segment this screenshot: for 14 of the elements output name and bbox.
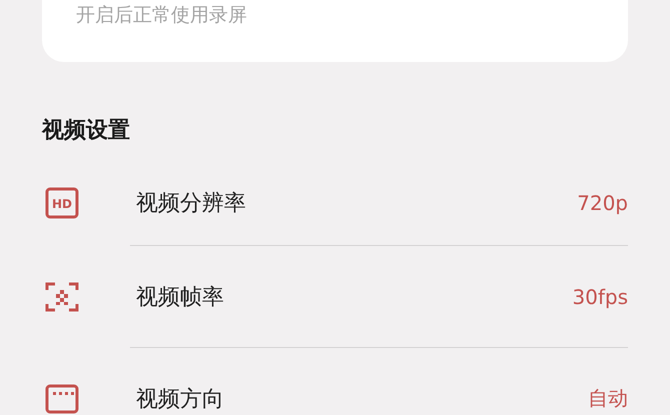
setting-label: 视频分辨率 [136,190,246,218]
setting-value: 720p [577,190,628,214]
frame-rate-icon [45,280,79,314]
screen-icon [45,382,79,415]
setting-value: 30fps [572,284,628,308]
section-title: 视频设置 [42,117,131,145]
setting-row[interactable]: 视频方向 自动 [42,348,628,415]
setting-label: 视频方向 [136,386,224,414]
setting-value: 自动 [588,385,628,412]
hd-icon: HD [45,186,79,220]
setting-row[interactable]: 视频帧率 30fps [42,246,628,348]
setting-label: 视频帧率 [136,284,224,312]
card-subtitle: 开启后正常使用录屏 [76,3,247,28]
setting-row[interactable]: HD 视频分辨率 720p [42,160,628,246]
